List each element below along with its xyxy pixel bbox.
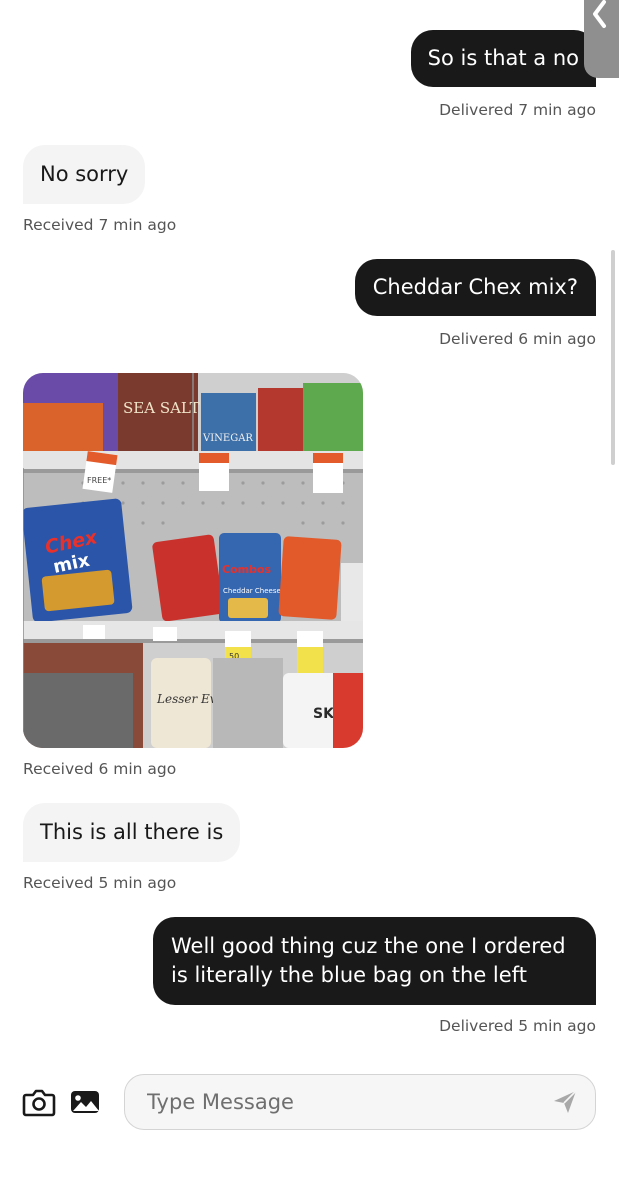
store-shelf-photo: SEA SALT VINEGAR FREE* Chex mix Combos C… (23, 373, 363, 748)
photo-label: SEA SALT (123, 399, 200, 417)
message-status: Delivered 5 min ago (439, 1017, 596, 1035)
message-status: Received 7 min ago (23, 216, 177, 234)
message-thread[interactable]: So is that a no Delivered 7 min ago No s… (0, 0, 619, 1055)
camera-icon (22, 1089, 56, 1117)
message-text: No sorry (40, 162, 129, 186)
message-bubble-outgoing[interactable]: Cheddar Chex mix? (354, 259, 596, 316)
message-text: So is that a no (427, 46, 579, 70)
gallery-button[interactable] (68, 1085, 102, 1119)
message-bubble-outgoing[interactable]: Well good thing cuz the one I ordered is… (153, 917, 596, 1005)
photo-label: FREE* (87, 476, 111, 485)
message-text: Cheddar Chex mix? (372, 275, 578, 299)
photo-label: Combos (222, 563, 272, 576)
collapse-tab[interactable] (584, 0, 619, 78)
message-bubble-outgoing[interactable]: So is that a no (410, 30, 596, 87)
message-status: Delivered 7 min ago (439, 101, 596, 119)
gallery-icon (71, 1091, 99, 1113)
message-status: Received 6 min ago (23, 760, 177, 778)
camera-button[interactable] (22, 1085, 56, 1119)
send-icon[interactable] (551, 1088, 579, 1116)
message-status: Delivered 6 min ago (439, 330, 596, 348)
photo-label: Cheddar Cheese (223, 587, 281, 595)
message-input-container[interactable] (124, 1074, 596, 1130)
message-status: Received 5 min ago (23, 874, 177, 892)
chevron-left-icon (593, 0, 606, 28)
message-text: This is all there is (40, 820, 224, 844)
message-composer (0, 1060, 619, 1200)
scrollbar[interactable] (611, 250, 615, 465)
message-bubble-incoming[interactable]: This is all there is (23, 803, 241, 862)
photo-attachment[interactable]: SEA SALT VINEGAR FREE* Chex mix Combos C… (23, 373, 363, 748)
photo-label: VINEGAR (202, 433, 253, 444)
message-text: Well good thing cuz the one I ordered is… (171, 934, 566, 987)
message-bubble-incoming[interactable]: No sorry (23, 145, 146, 204)
message-input[interactable] (145, 1075, 529, 1129)
